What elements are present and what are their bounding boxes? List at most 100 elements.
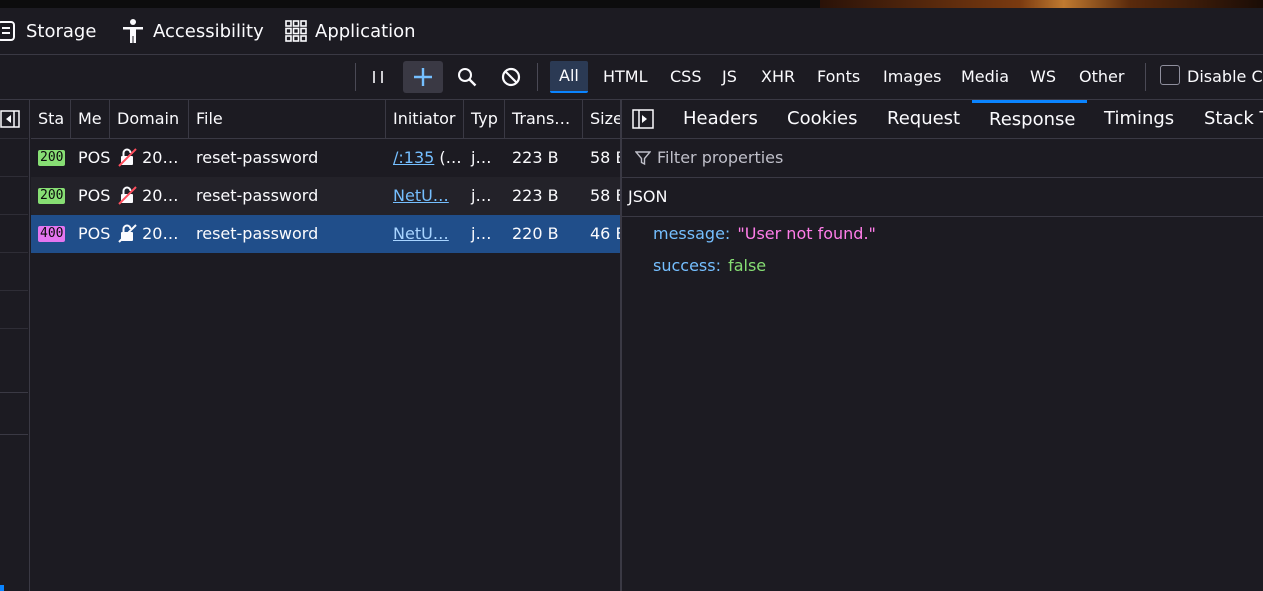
json-value: "User not found." [737, 224, 876, 243]
request-file: reset-password [196, 148, 319, 167]
disable-cache-label: Disable Ca [1187, 67, 1263, 86]
request-row-selected[interactable]: 400 POS 20… reset-password NetU… j… 220 … [31, 215, 620, 253]
json-section-header[interactable]: JSON [622, 178, 1263, 217]
tab-stack-trace[interactable]: Stack T [1204, 100, 1263, 138]
sidebar-toggle-button[interactable] [0, 110, 20, 132]
filter-icon [635, 151, 651, 166]
tab-storage[interactable]: Storage [0, 8, 96, 54]
initiator-link[interactable]: /:135 [393, 148, 434, 167]
json-property[interactable]: success: false [653, 256, 766, 275]
toolbar-divider [537, 63, 538, 91]
tab-application[interactable]: Application [285, 8, 416, 54]
initiator-link[interactable]: NetU… [393, 186, 449, 205]
column-header-transferred[interactable]: Trans… [505, 100, 583, 138]
tab-request[interactable]: Request [887, 100, 960, 138]
filter-html[interactable]: HTML [603, 61, 648, 93]
filter-css[interactable]: CSS [670, 61, 701, 93]
status-badge: 200 [38, 187, 66, 204]
filter-fonts[interactable]: Fonts [817, 61, 860, 93]
request-domain: 20… [110, 139, 189, 177]
tab-headers[interactable]: Headers [683, 100, 758, 138]
panel-expand-icon [632, 109, 654, 129]
divider [0, 434, 28, 435]
request-row[interactable]: 200 POS 20… reset-password NetU… j… 223 … [31, 177, 620, 215]
initiator-suffix: (… [434, 148, 462, 167]
network-toolbar: All HTML CSS JS XHR Fonts Images Media W… [0, 55, 1263, 100]
filter-media[interactable]: Media [961, 61, 1009, 93]
column-header-type[interactable]: Typ [464, 100, 505, 138]
details-tab-bar: Headers Cookies Request Response Timings… [622, 100, 1263, 139]
request-size: 58 B [590, 148, 620, 167]
divider [0, 290, 28, 291]
request-method: POS [78, 186, 110, 205]
divider [0, 214, 28, 215]
tab-accessibility-label: Accessibility [153, 20, 264, 42]
request-initiator: NetU… [386, 177, 464, 215]
filter-js[interactable]: JS [722, 61, 737, 93]
tab-cookies[interactable]: Cookies [787, 100, 857, 138]
request-table-header: Sta Me Domain File Initiator Typ Trans… … [31, 100, 620, 139]
filter-ws[interactable]: WS [1030, 61, 1056, 93]
column-header-size[interactable]: Size [583, 100, 620, 138]
divider [0, 138, 28, 139]
request-type: j… [471, 186, 492, 205]
request-size: 46 B [590, 224, 620, 243]
insecure-lock-icon [118, 224, 137, 243]
filter-properties-bar[interactable]: Filter properties [622, 139, 1263, 178]
pause-button[interactable] [361, 61, 395, 93]
background-glow [820, 0, 1263, 8]
filter-properties-input[interactable]: Filter properties [657, 139, 783, 177]
request-transferred: 223 B [512, 148, 559, 167]
json-key: success: [653, 256, 721, 275]
column-header-file[interactable]: File [189, 100, 386, 138]
column-header-initiator[interactable]: Initiator [386, 100, 464, 138]
json-property[interactable]: message: "User not found." [653, 224, 876, 243]
request-row[interactable]: 200 POS 20… reset-password /:135 (… j… 2… [31, 139, 620, 177]
divider [0, 328, 28, 329]
filter-all[interactable]: All [550, 61, 588, 93]
disable-cache-checkbox[interactable] [1160, 65, 1180, 85]
domain-text: 20… [142, 148, 179, 167]
sidebar-strip [0, 100, 30, 591]
clear-button[interactable] [494, 61, 528, 93]
tab-accessibility[interactable]: Accessibility [121, 8, 264, 54]
accent-marker [0, 585, 4, 591]
tab-timings[interactable]: Timings [1104, 100, 1174, 138]
request-transferred: 220 B [512, 224, 559, 243]
domain-text: 20… [142, 224, 179, 243]
request-initiator: /:135 (… [386, 139, 464, 177]
request-file: reset-password [196, 186, 319, 205]
json-value: false [728, 256, 767, 275]
plus-icon [414, 68, 432, 86]
tab-storage-label: Storage [26, 20, 97, 42]
request-domain: 20… [110, 177, 189, 215]
request-type: j… [471, 148, 492, 167]
accessibility-icon [123, 19, 143, 43]
tab-response[interactable]: Response [972, 100, 1087, 138]
column-header-domain[interactable]: Domain [110, 100, 189, 138]
pause-icon [373, 71, 383, 83]
toolbar-divider [355, 63, 356, 91]
storage-icon [0, 21, 15, 41]
request-type: j… [471, 224, 492, 243]
filter-xhr[interactable]: XHR [761, 61, 795, 93]
toggle-details-button[interactable] [632, 109, 654, 133]
add-request-button[interactable] [403, 61, 443, 93]
status-badge: 400 [38, 225, 66, 242]
column-header-status[interactable]: Sta [31, 100, 71, 138]
filter-other[interactable]: Other [1079, 61, 1124, 93]
request-transferred: 223 B [512, 186, 559, 205]
json-key: message: [653, 224, 731, 243]
request-initiator: NetU… [386, 215, 464, 253]
application-icon [285, 20, 307, 42]
column-header-method[interactable]: Me [71, 100, 110, 138]
search-button[interactable] [450, 61, 484, 93]
filter-images[interactable]: Images [883, 61, 941, 93]
search-icon [458, 68, 477, 87]
domain-text: 20… [142, 186, 179, 205]
status-badge: 200 [38, 149, 66, 166]
initiator-link[interactable]: NetU… [393, 224, 449, 243]
request-domain: 20… [110, 215, 189, 253]
divider [0, 252, 28, 253]
block-icon [501, 67, 521, 87]
